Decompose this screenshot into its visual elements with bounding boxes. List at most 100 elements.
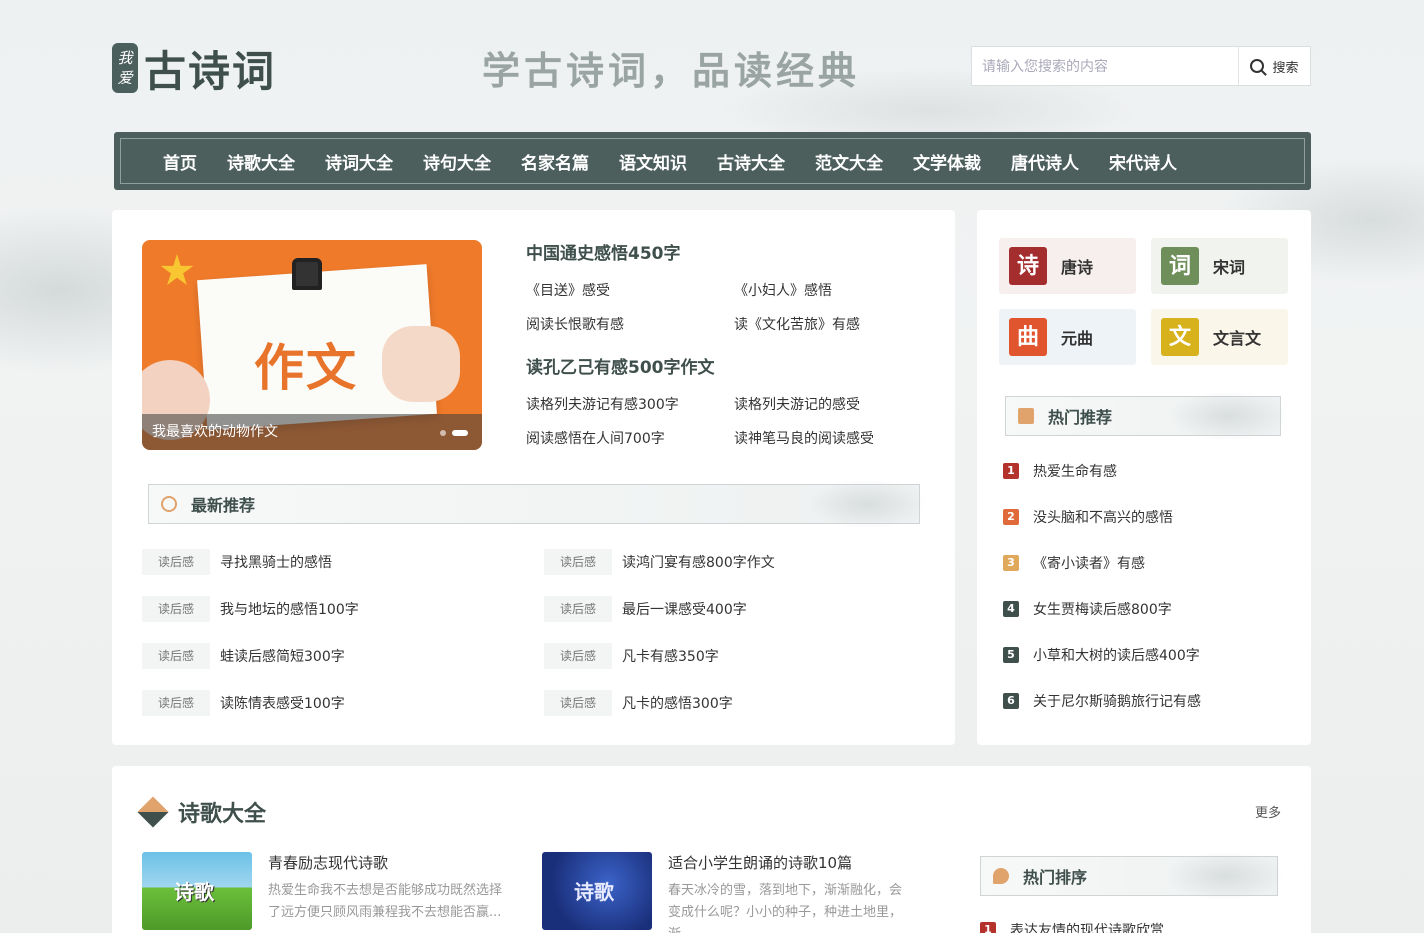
list-item: 读后感 凡卡有感350字 xyxy=(544,632,922,679)
category-tile[interactable]: 诗唐诗 xyxy=(999,238,1136,294)
rank-section-title: 热门排序 xyxy=(1023,868,1088,887)
carousel-dots xyxy=(434,430,468,436)
article-link[interactable]: 寻找黑骑士的感悟 xyxy=(220,552,332,572)
nav-item[interactable]: 宋代诗人 xyxy=(1109,149,1177,174)
category-tag[interactable]: 读后感 xyxy=(544,548,612,575)
list-item: 读后感 读陈情表感受100字 xyxy=(142,679,544,726)
category-grid: 诗唐诗词宋词曲元曲文文言文 xyxy=(999,238,1288,365)
rank-item[interactable]: 1 表达友情的现代诗歌欣赏 xyxy=(980,920,1164,933)
list-item: 读后感 读鸿门宴有感800字作文 xyxy=(544,538,922,585)
topic-link[interactable]: 读神笔马良的阅读感受 xyxy=(734,422,924,456)
category-label: 唐诗 xyxy=(1061,258,1094,277)
banner-carousel[interactable]: 作文 我最喜欢的动物作文 xyxy=(142,240,482,450)
topic-link[interactable]: 读《文化苦旅》有感 xyxy=(734,308,924,342)
carousel-dot[interactable] xyxy=(452,430,468,436)
rank-number: 5 xyxy=(1003,647,1019,663)
carousel-dot[interactable] xyxy=(440,430,446,436)
search-input[interactable] xyxy=(972,47,1238,85)
topic-link[interactable]: 《目送》感受 xyxy=(526,274,734,308)
poem-description: 热爱生命我不去想是否能够成功既然选择了远方便只顾风雨兼程我不去想能否赢... xyxy=(268,883,503,920)
list-item: 3 《寄小读者》有感 xyxy=(1003,540,1293,586)
poem-item[interactable]: 诗歌 适合小学生朗诵的诗歌10篇 春天冰冷的雪，落到地下，渐渐融化，会变成什么呢… xyxy=(542,852,908,933)
nav-item[interactable]: 古诗大全 xyxy=(717,149,785,174)
topic-link[interactable]: 阅读感悟在人间700字 xyxy=(526,422,734,456)
poem-thumbnail[interactable]: 诗歌 xyxy=(542,852,652,930)
hand-illustration xyxy=(382,326,460,402)
category-tag[interactable]: 读后感 xyxy=(142,642,210,669)
category-tag[interactable]: 读后感 xyxy=(142,548,210,575)
category-tag[interactable]: 读后感 xyxy=(142,689,210,716)
nav-item[interactable]: 诗歌大全 xyxy=(227,149,295,174)
article-link[interactable]: 凡卡的感悟300字 xyxy=(622,693,733,713)
category-tile[interactable]: 曲元曲 xyxy=(999,309,1136,365)
search-box: 搜索 xyxy=(971,46,1311,86)
nav-item[interactable]: 首页 xyxy=(163,149,197,174)
article-link[interactable]: 最后一课感受400字 xyxy=(622,599,747,619)
star-icon xyxy=(160,254,194,285)
compass-icon xyxy=(161,496,177,512)
list-item: 读后感 蛙读后感简短300字 xyxy=(142,632,544,679)
logo-seal: 我 爱 xyxy=(112,43,138,93)
poem-item[interactable]: 诗歌 青春励志现代诗歌 热爱生命我不去想是否能够成功既然选择了远方便只顾风雨兼程… xyxy=(142,852,508,930)
nav-item[interactable]: 诗词大全 xyxy=(325,149,393,174)
poem-title-link[interactable]: 青春励志现代诗歌 xyxy=(268,852,508,876)
rank-number: 1 xyxy=(980,922,996,933)
category-tag[interactable]: 读后感 xyxy=(544,689,612,716)
article-link[interactable]: 读陈情表感受100字 xyxy=(220,693,345,713)
list-item: 读后感 寻找黑骑士的感悟 xyxy=(142,538,544,585)
latest-section-title: 最新推荐 xyxy=(191,496,256,515)
topic-title-link[interactable]: 读孔乙己有感500字作文 xyxy=(526,354,926,382)
binder-clip-icon xyxy=(292,258,322,290)
more-link[interactable]: 更多 xyxy=(1255,802,1281,821)
article-link[interactable]: 小草和大树的读后感400字 xyxy=(1033,645,1200,665)
article-link[interactable]: 热爱生命有感 xyxy=(1033,461,1117,481)
article-link[interactable]: 没头脑和不高兴的感悟 xyxy=(1033,507,1173,527)
nav-item[interactable]: 范文大全 xyxy=(815,149,883,174)
article-link[interactable]: 《寄小读者》有感 xyxy=(1033,553,1145,573)
article-link[interactable]: 女生贾梅读后感800字 xyxy=(1033,599,1172,619)
article-link[interactable]: 我与地坛的感悟100字 xyxy=(220,599,359,619)
category-icon: 诗 xyxy=(1009,247,1047,285)
list-item: 4 女生贾梅读后感800字 xyxy=(1003,586,1293,632)
latest-list: 读后感 寻找黑骑士的感悟 读后感 读鸿门宴有感800字作文 读后感 我与地坛的感悟100字… xyxy=(142,538,922,726)
category-tag[interactable]: 读后感 xyxy=(544,642,612,669)
nav-item[interactable]: 文学体裁 xyxy=(913,149,981,174)
rank-link[interactable]: 表达友情的现代诗歌欣赏 xyxy=(1010,920,1164,933)
diamond-icon xyxy=(137,796,169,828)
article-link[interactable]: 凡卡有感350字 xyxy=(622,646,719,666)
thumbs-up-icon xyxy=(1018,408,1034,424)
nav-item[interactable]: 语文知识 xyxy=(619,149,687,174)
site-logo[interactable]: 我 爱 古诗词 xyxy=(112,40,276,96)
nav-item[interactable]: 诗句大全 xyxy=(423,149,491,174)
poems-section-header: 诗歌大全 xyxy=(137,796,266,828)
category-label: 元曲 xyxy=(1061,329,1094,348)
topic-link[interactable]: 读格列夫游记的感受 xyxy=(734,388,924,422)
banner-caption[interactable]: 我最喜欢的动物作文 xyxy=(142,414,482,450)
list-item: 读后感 最后一课感受400字 xyxy=(544,585,922,632)
category-tile[interactable]: 词宋词 xyxy=(1151,238,1288,294)
nav-item[interactable]: 名家名篇 xyxy=(521,149,589,174)
topic-link[interactable]: 《小妇人》感悟 xyxy=(734,274,924,308)
poem-thumbnail[interactable]: 诗歌 xyxy=(142,852,252,930)
slogan: 学古诗词，品读经典 xyxy=(482,48,861,93)
rank-number: 2 xyxy=(1003,509,1019,525)
category-tag[interactable]: 读后感 xyxy=(544,595,612,622)
search-button[interactable]: 搜索 xyxy=(1238,47,1310,85)
rank-number: 3 xyxy=(1003,555,1019,571)
topic-link[interactable]: 读格列夫游记有感300字 xyxy=(526,388,734,422)
nav-item[interactable]: 唐代诗人 xyxy=(1011,149,1079,174)
sidebar-card: 诗唐诗词宋词曲元曲文文言文 热门推荐 1 热爱生命有感 2 没头脑和不高兴的感悟 3 《寄… xyxy=(977,210,1311,745)
topic-title-link[interactable]: 中国通史感悟450字 xyxy=(526,240,926,268)
hot-list: 1 热爱生命有感 2 没头脑和不高兴的感悟 3 《寄小读者》有感 4 女生贾梅读后感800字 5… xyxy=(1003,448,1293,724)
category-icon: 文 xyxy=(1161,318,1199,356)
category-tag[interactable]: 读后感 xyxy=(142,595,210,622)
article-link[interactable]: 关于尼尔斯骑鹅旅行记有感 xyxy=(1033,691,1201,711)
category-tile[interactable]: 文文言文 xyxy=(1151,309,1288,365)
category-label: 文言文 xyxy=(1213,329,1262,348)
list-item: 2 没头脑和不高兴的感悟 xyxy=(1003,494,1293,540)
topic-link[interactable]: 阅读长恨歌有感 xyxy=(526,308,734,342)
poem-title-link[interactable]: 适合小学生朗诵的诗歌10篇 xyxy=(668,852,908,876)
article-link[interactable]: 读鸿门宴有感800字作文 xyxy=(622,552,775,572)
flame-icon xyxy=(993,868,1009,884)
article-link[interactable]: 蛙读后感简短300字 xyxy=(220,646,345,666)
